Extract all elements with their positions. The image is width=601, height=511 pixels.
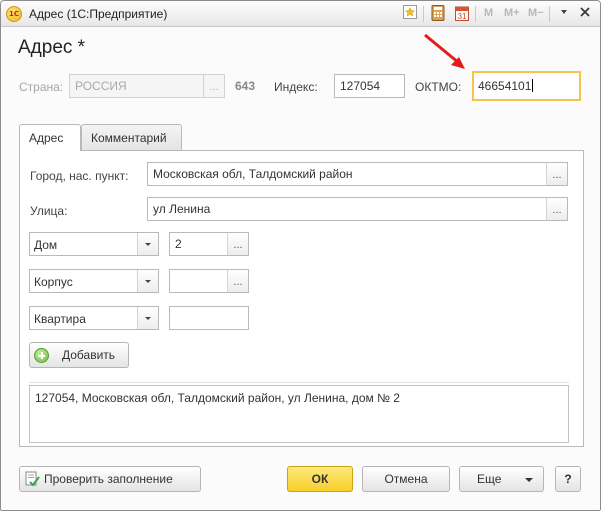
oktmo-value: 46654101 — [478, 79, 532, 93]
city-field[interactable]: Московская обл, Талдомский район — [147, 162, 547, 186]
check-fill-button[interactable]: Проверить заполнение — [19, 466, 201, 492]
cancel-button[interactable]: Отмена — [362, 466, 450, 492]
1c-logo-icon: 1С — [6, 6, 22, 22]
title-bar: 1С Адрес (1С:Предприятие) 31 M M+ M− — [1, 1, 600, 27]
building-select-button[interactable]: ... — [227, 269, 249, 293]
building-number-field[interactable] — [169, 269, 228, 293]
country-field[interactable]: РОССИЯ — [69, 74, 204, 98]
ok-button[interactable]: ОК — [287, 466, 353, 492]
house-type-value: Дом — [34, 238, 58, 252]
tab-comment[interactable]: Комментарий — [81, 124, 182, 150]
country-select-button[interactable]: ... — [203, 74, 225, 98]
close-icon[interactable] — [576, 5, 594, 23]
window-title: Адрес (1С:Предприятие) — [29, 7, 168, 21]
check-fill-label: Проверить заполнение — [44, 472, 173, 486]
full-address-field[interactable]: 127054, Московская обл, Талдомский район… — [29, 385, 569, 443]
chevron-down-icon — [137, 307, 158, 329]
more-icon[interactable] — [555, 5, 573, 23]
page-title: Адрес * — [18, 37, 86, 58]
chevron-down-icon — [137, 233, 158, 255]
help-button[interactable]: ? — [555, 466, 581, 492]
country-code: 643 — [235, 79, 256, 93]
chevron-down-icon — [525, 478, 533, 482]
memory-m-button[interactable]: M — [484, 7, 493, 19]
check-document-icon — [25, 471, 40, 487]
index-field[interactable]: 127054 — [334, 74, 405, 98]
oktmo-field[interactable]: 46654101 — [472, 71, 581, 101]
svg-text:31: 31 — [458, 12, 467, 21]
tab-address[interactable]: Адрес — [19, 124, 81, 151]
apartment-number-field[interactable] — [169, 306, 249, 330]
street-field[interactable]: ул Ленина — [147, 197, 547, 221]
more-button[interactable]: Еще — [459, 466, 544, 492]
street-select-button[interactable]: ... — [546, 197, 568, 221]
add-button-label: Добавить — [62, 348, 116, 362]
favorite-star-icon[interactable] — [401, 5, 419, 23]
house-select-button[interactable]: ... — [227, 232, 249, 256]
oktmo-label: ОКТМО: — [415, 80, 462, 94]
chevron-down-icon — [137, 270, 158, 292]
building-type-value: Корпус — [34, 275, 73, 289]
city-select-button[interactable]: ... — [546, 162, 568, 186]
memory-plus-button[interactable]: M+ — [504, 7, 520, 19]
calculator-icon[interactable] — [429, 5, 447, 23]
calendar-icon[interactable]: 31 — [453, 5, 471, 23]
address-dialog: 1С Адрес (1С:Предприятие) 31 M M+ M− Адр… — [0, 0, 601, 511]
country-label: Страна: — [19, 80, 64, 94]
house-type-select[interactable]: Дом — [29, 232, 159, 256]
memory-minus-button[interactable]: M− — [528, 7, 544, 19]
apartment-type-value: Квартира — [34, 312, 86, 326]
building-type-select[interactable]: Корпус — [29, 269, 159, 293]
annotation-arrow-icon — [424, 33, 465, 69]
more-button-label: Еще — [477, 472, 502, 486]
index-label: Индекс: — [274, 80, 318, 94]
plus-icon — [34, 348, 49, 363]
apartment-type-select[interactable]: Квартира — [29, 306, 159, 330]
house-number-field[interactable]: 2 — [169, 232, 228, 256]
add-button[interactable]: Добавить — [29, 342, 129, 368]
